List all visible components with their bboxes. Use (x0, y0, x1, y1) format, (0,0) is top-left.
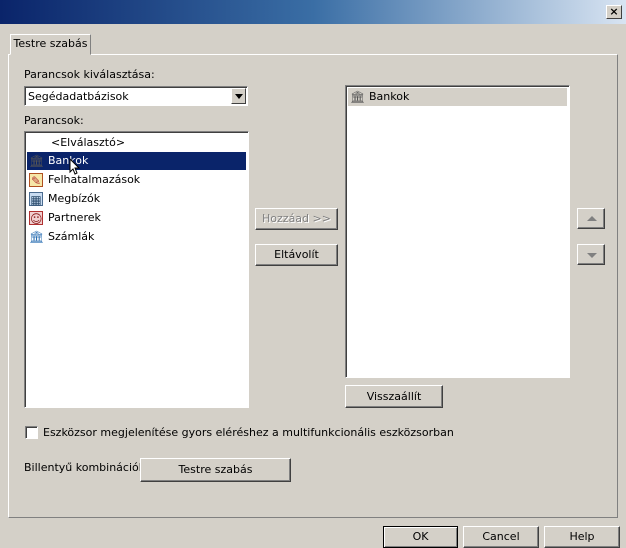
partner-card-icon: ☺ (29, 211, 43, 226)
reset-button[interactable]: Visszaállít (345, 385, 443, 408)
move-down-button[interactable] (577, 244, 605, 265)
list-item-separator[interactable]: <Elválasztó> (27, 134, 246, 152)
chevron-down-icon[interactable] (231, 88, 246, 104)
bank-icon: 🏛 (29, 154, 45, 168)
mouse-cursor-icon (69, 158, 81, 175)
commands-list[interactable]: <Elválasztó> 🏛 Bankok ✎ Felhatalmazások … (24, 131, 249, 408)
list-item-clients[interactable]: ▦ Megbízók (27, 190, 246, 208)
commands-category-value: Segédadatbázisok (28, 90, 129, 103)
close-button[interactable]: × (606, 5, 622, 19)
arrow-down-icon (587, 253, 597, 258)
invoice-bank-icon: 🏛 (29, 230, 45, 244)
tab-customize[interactable]: Testre szabás (10, 34, 91, 55)
shortcuts-label: Billentyű kombinációk: (24, 461, 149, 474)
close-icon: × (609, 5, 619, 18)
list-item-banks[interactable]: 🏛 Bankok (27, 152, 246, 170)
remove-button[interactable]: Eltávolít (255, 244, 338, 266)
client-icon: ▦ (29, 192, 43, 207)
bank-icon: 🏛 (350, 90, 366, 104)
authorization-icon: ✎ (29, 173, 43, 188)
quick-access-checkbox[interactable] (25, 426, 38, 439)
list-item-partners[interactable]: ☺ Partnerek (27, 209, 246, 227)
arrow-up-icon (587, 216, 597, 221)
cancel-button[interactable]: Cancel (463, 526, 539, 548)
toolbar-commands-list[interactable]: 🏛 Bankok (345, 85, 570, 378)
title-bar[interactable] (0, 0, 626, 24)
list-item-authorizations[interactable]: ✎ Felhatalmazások (27, 171, 246, 189)
list-item-banks[interactable]: 🏛 Bankok (348, 88, 567, 106)
commands-selection-label: Parancsok kiválasztása: (24, 68, 155, 81)
quick-access-label: Eszközsor megjelenítése gyors eléréshez … (43, 426, 454, 439)
commands-category-select[interactable]: Segédadatbázisok (24, 86, 248, 106)
list-item-invoices[interactable]: 🏛 Számlák (27, 228, 246, 246)
help-button[interactable]: Help (544, 526, 620, 548)
move-up-button[interactable] (577, 208, 605, 229)
customize-shortcuts-button[interactable]: Testre szabás (140, 458, 291, 482)
add-button[interactable]: Hozzáad >> (255, 208, 338, 230)
tab-label: Testre szabás (13, 37, 88, 50)
ok-button[interactable]: OK (383, 526, 458, 548)
commands-label: Parancsok: (24, 114, 84, 127)
